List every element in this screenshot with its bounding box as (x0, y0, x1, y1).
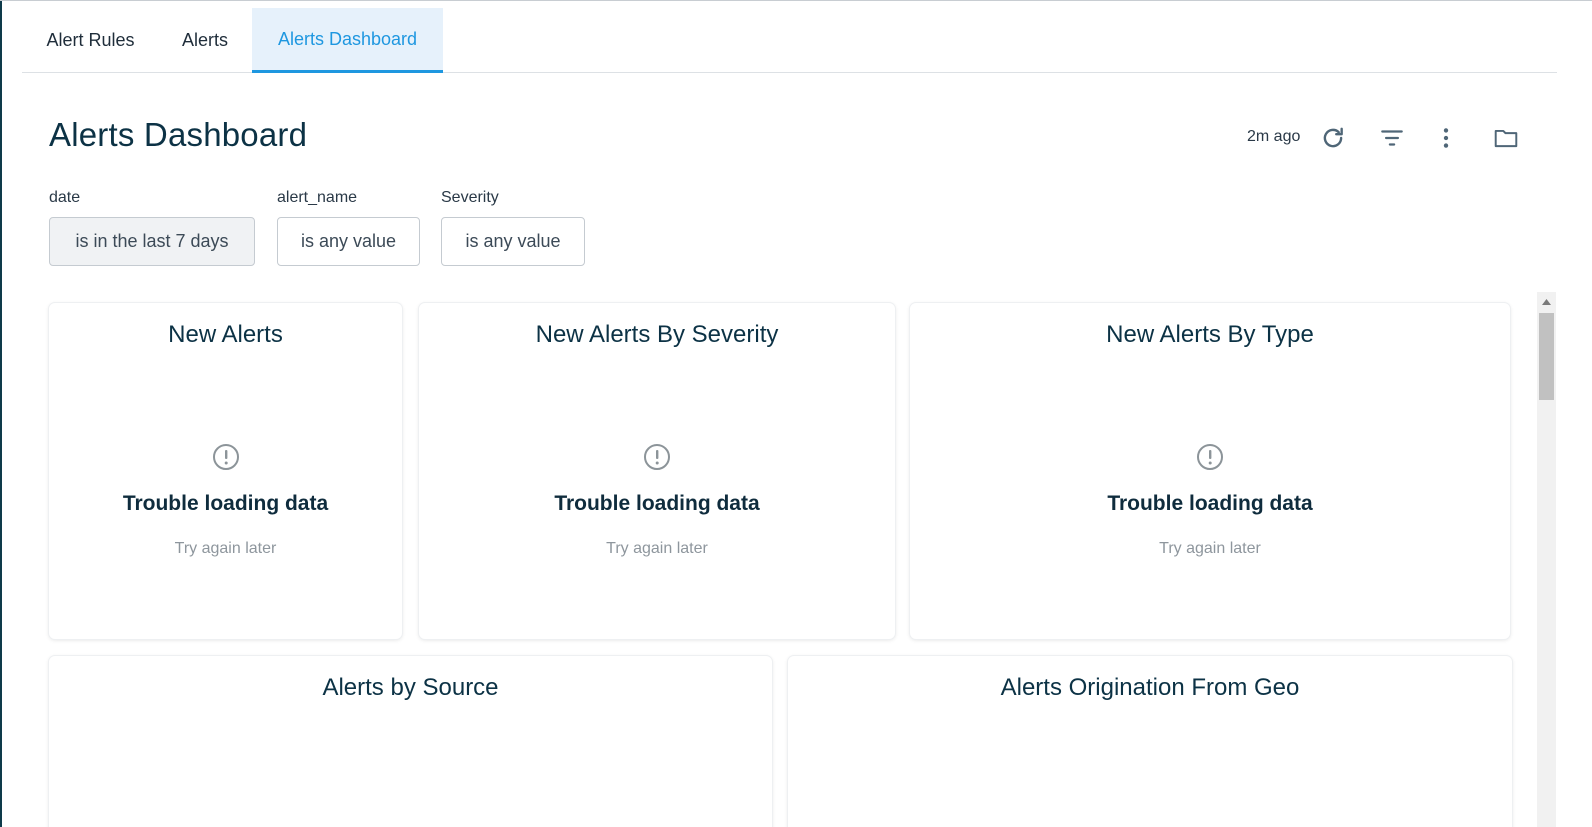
page-title: Alerts Dashboard (49, 116, 308, 153)
tile-title: New Alerts By Type (1106, 321, 1314, 348)
error-icon (1197, 444, 1223, 470)
folder-icon[interactable] (1492, 124, 1520, 152)
error-subtitle: Try again later (1159, 540, 1261, 557)
scroll-up-arrow-icon[interactable] (1537, 292, 1556, 311)
tile-new-alerts-by-type: New Alerts By Type Trouble loading data … (910, 303, 1510, 639)
filter-alert-name-button[interactable]: is any value (277, 217, 420, 266)
tile-title: Alerts Origination From Geo (1000, 674, 1300, 701)
filter-severity-button[interactable]: is any value (441, 217, 585, 266)
error-subtitle: Try again later (174, 540, 277, 557)
error-title: Trouble loading data (1107, 492, 1313, 515)
tab-alert-rules[interactable]: Alert Rules (22, 8, 159, 73)
tile-alerts-origination-from-geo: Alerts Origination From Geo (788, 656, 1512, 827)
filter-label-severity: Severity (441, 189, 499, 206)
filter-date-button[interactable]: is in the last 7 days (49, 217, 255, 266)
filter-label-alert-name: alert_name (277, 189, 358, 206)
tab-alerts-dashboard[interactable]: Alerts Dashboard (252, 8, 443, 73)
tile-title: New Alerts By Severity (535, 321, 779, 348)
error-title: Trouble loading data (122, 492, 329, 515)
tab-alerts[interactable]: Alerts (159, 8, 251, 73)
tile-new-alerts-by-severity: New Alerts By Severity Trouble loading d… (419, 303, 895, 639)
tile-title: New Alerts (168, 321, 283, 348)
filter-icon[interactable] (1378, 124, 1406, 152)
more-vertical-icon[interactable] (1432, 124, 1460, 152)
refresh-icon[interactable] (1319, 124, 1347, 152)
error-icon (644, 444, 670, 470)
tab-bar: Alert Rules Alerts Alerts Dashboard (22, 1, 1557, 73)
scrollbar-thumb[interactable] (1539, 313, 1554, 400)
error-title: Trouble loading data (554, 492, 760, 515)
error-subtitle: Try again later (606, 540, 708, 557)
window-left-border (0, 0, 2, 827)
tile-alerts-by-source: Alerts by Source (49, 656, 772, 827)
last-updated-text: 2m ago (1247, 128, 1301, 145)
vertical-scrollbar[interactable] (1537, 292, 1556, 827)
filter-label-date: date (49, 189, 81, 206)
tile-title: Alerts by Source (322, 674, 499, 701)
error-icon (212, 444, 239, 470)
tile-new-alerts: New Alerts Trouble loading data Try agai… (49, 303, 402, 639)
